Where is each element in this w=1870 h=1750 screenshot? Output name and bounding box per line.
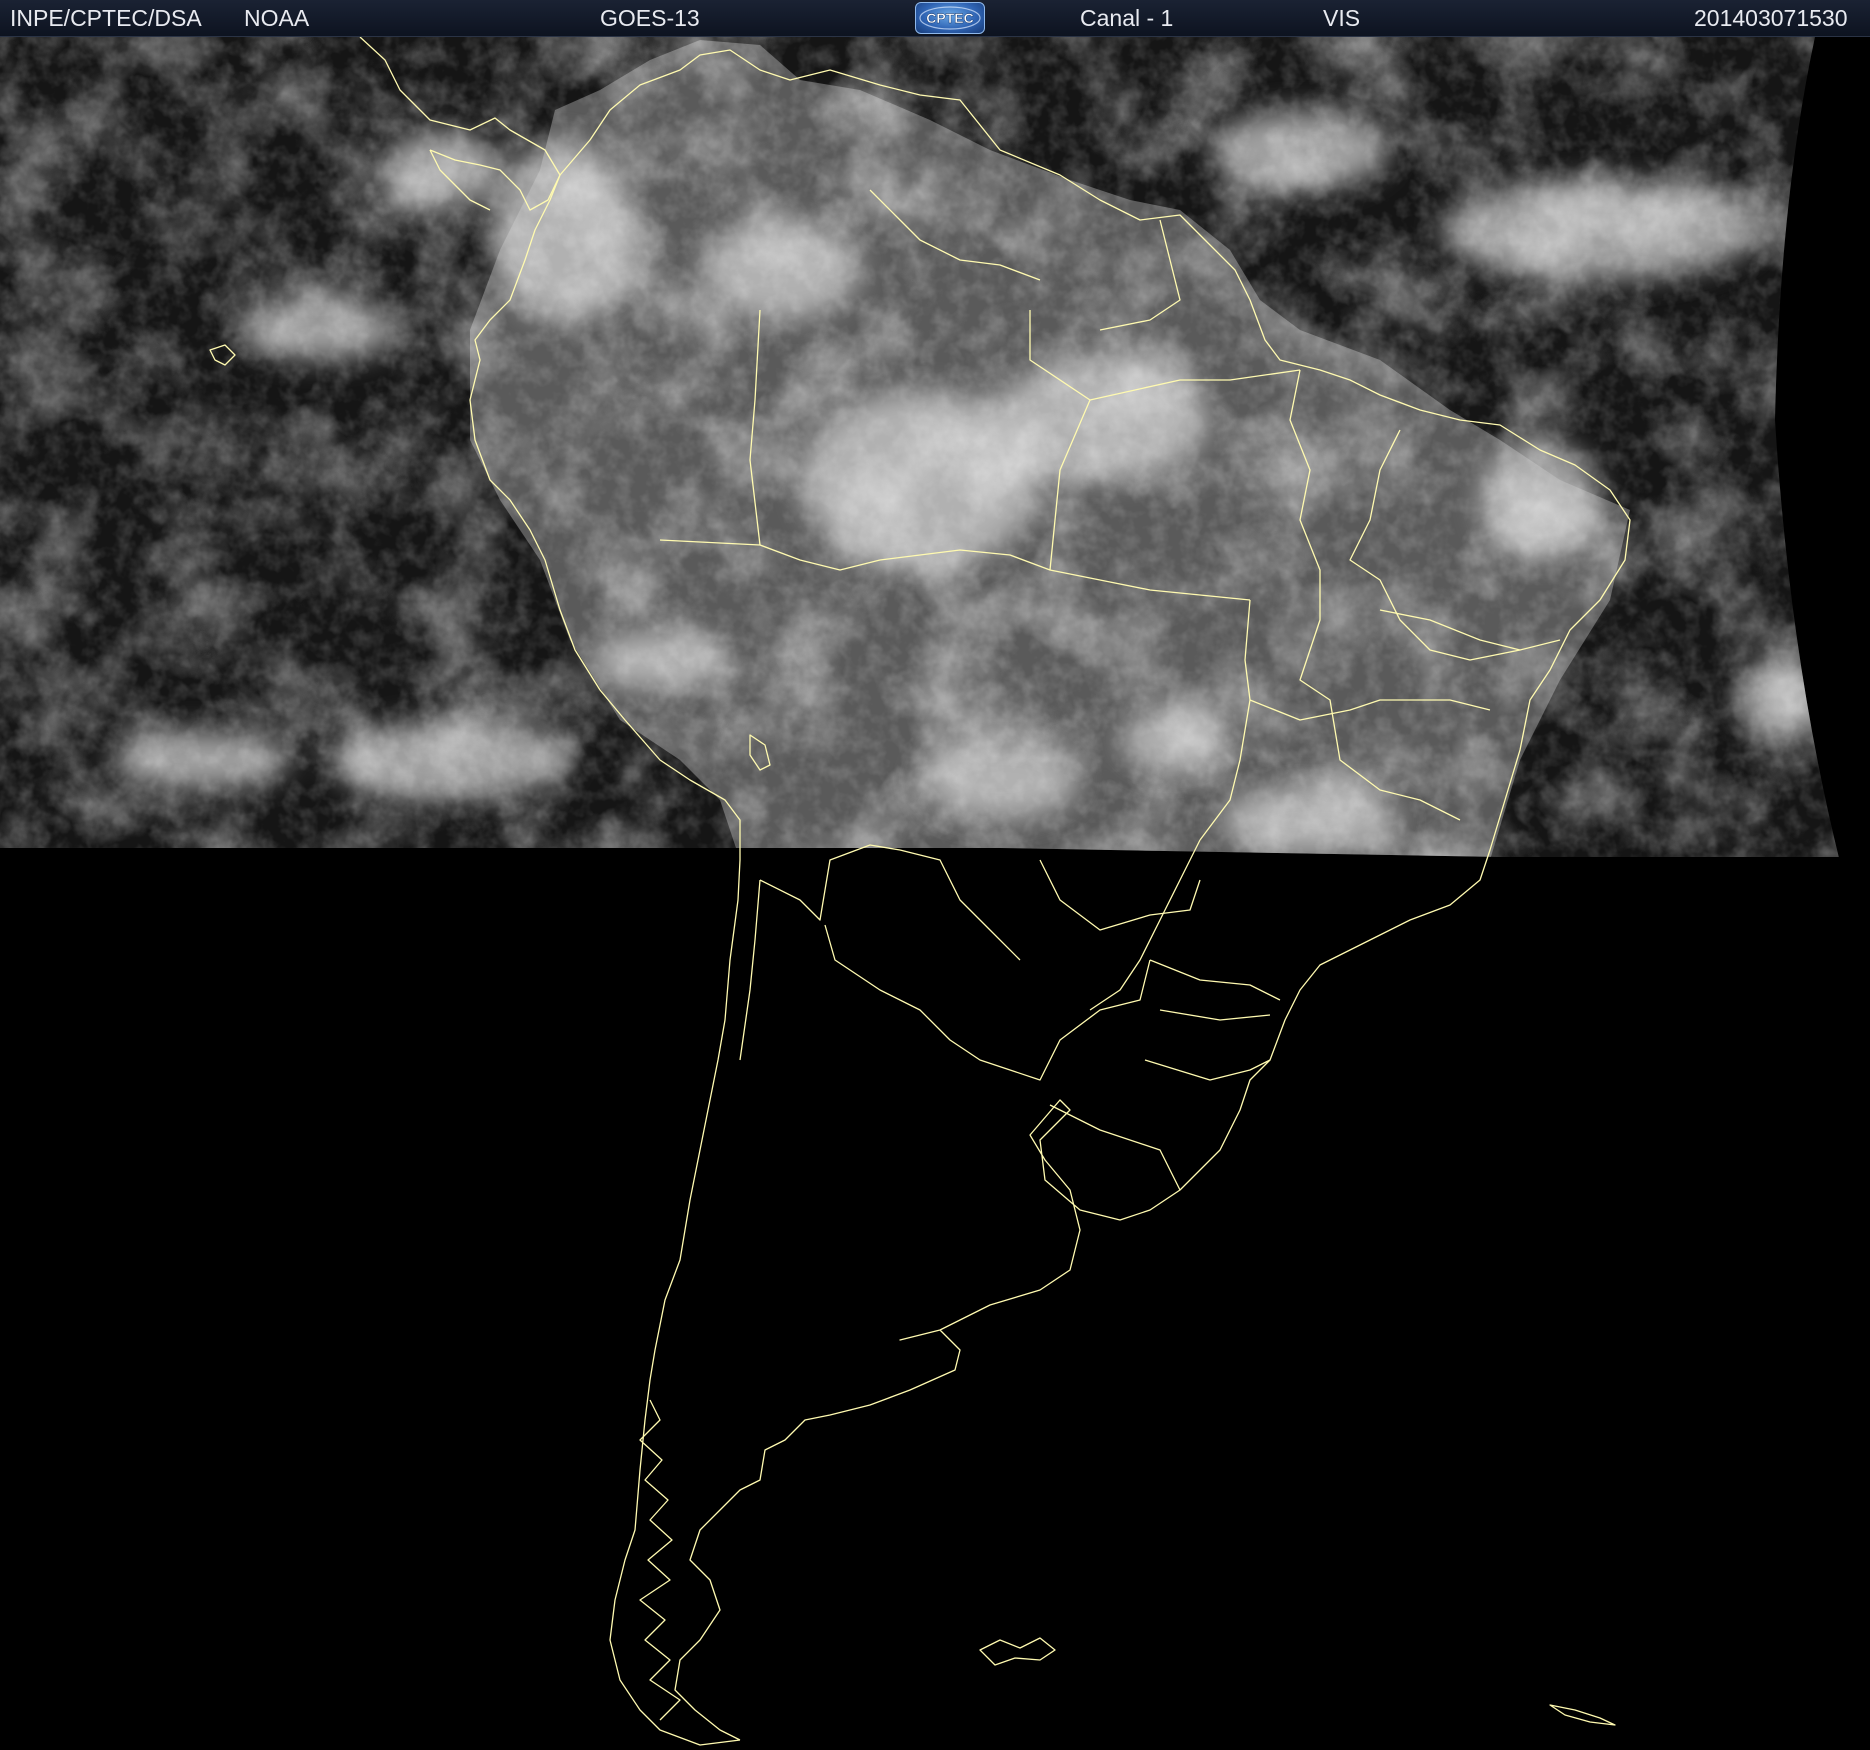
logo-text: CPTEC [926,10,973,26]
satellite-image [0,37,1870,1750]
source-label: NOAA [244,5,310,31]
image-header-bar: INPE/CPTEC/DSA NOAA GOES-13 CPTEC Canal … [0,0,1870,37]
timestamp-label: 201403071530 [1694,5,1848,31]
cptec-logo-graphic: CPTEC [919,6,981,30]
channel-label: Canal - 1 [1080,5,1174,31]
band-label: VIS [1323,5,1361,31]
cptec-logo: CPTEC [915,2,985,34]
cloud-fine-texture [0,37,1840,857]
daylight-region [0,37,1840,860]
agency-label: INPE/CPTEC/DSA [10,5,202,31]
satellite-label: GOES-13 [600,5,700,31]
satellite-map-svg [0,37,1870,1750]
